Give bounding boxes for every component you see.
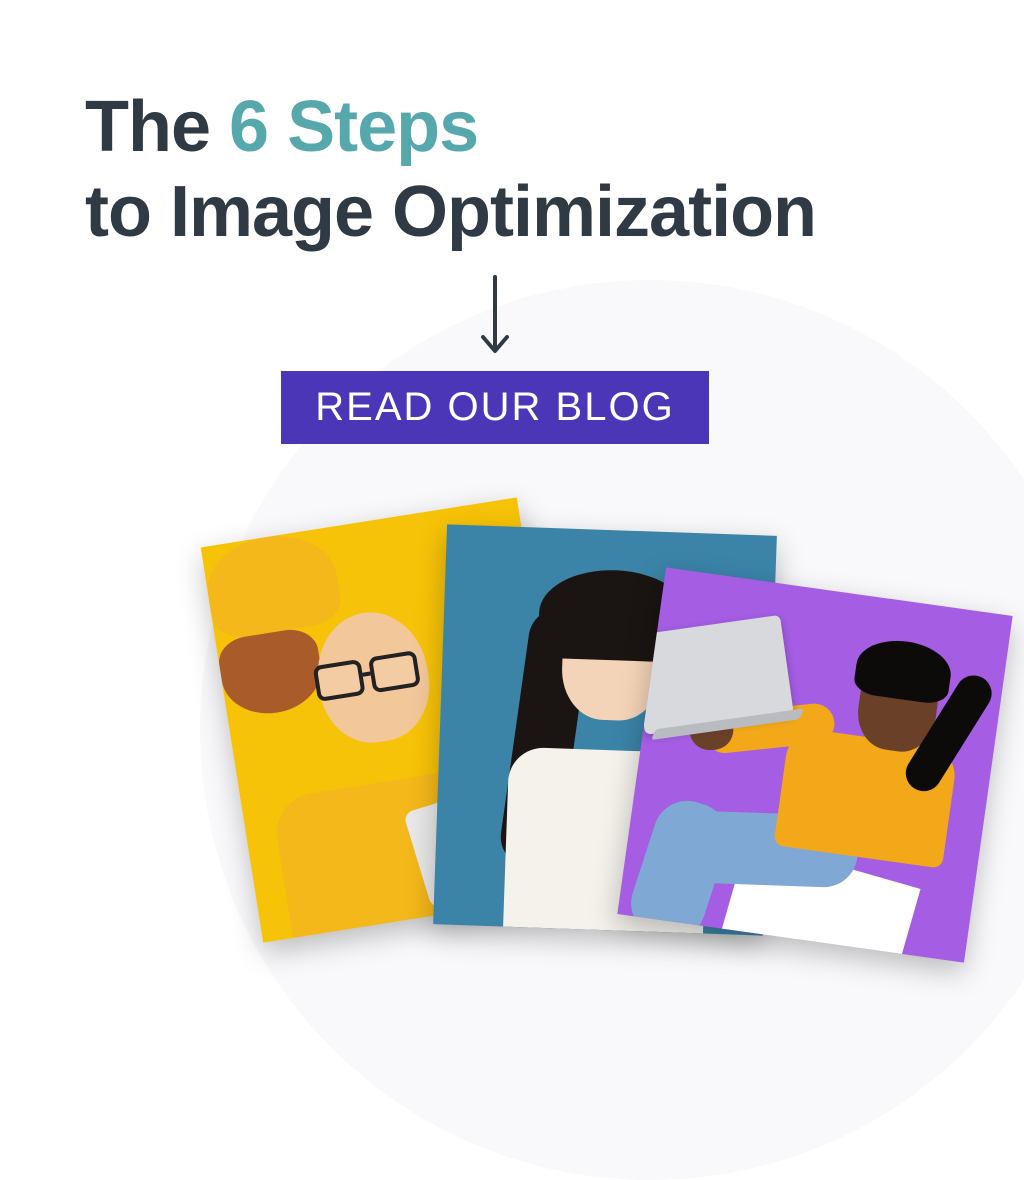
cta-wrap: READ OUR BLOG [235,371,755,444]
arrow-down-icon [478,273,512,359]
read-blog-button[interactable]: READ OUR BLOG [281,371,708,444]
purple-photo-card [617,567,1012,962]
headline: The 6 Steps to Image Optimization [85,85,939,255]
promo-content: The 6 Steps to Image Optimization READ O… [0,0,1024,444]
arrow-wrap [235,273,755,359]
photo-collage [210,490,970,1010]
headline-part2: to Image Optimization [85,172,816,252]
headline-accent: 6 Steps [229,87,478,167]
headline-part1: The [85,87,229,167]
